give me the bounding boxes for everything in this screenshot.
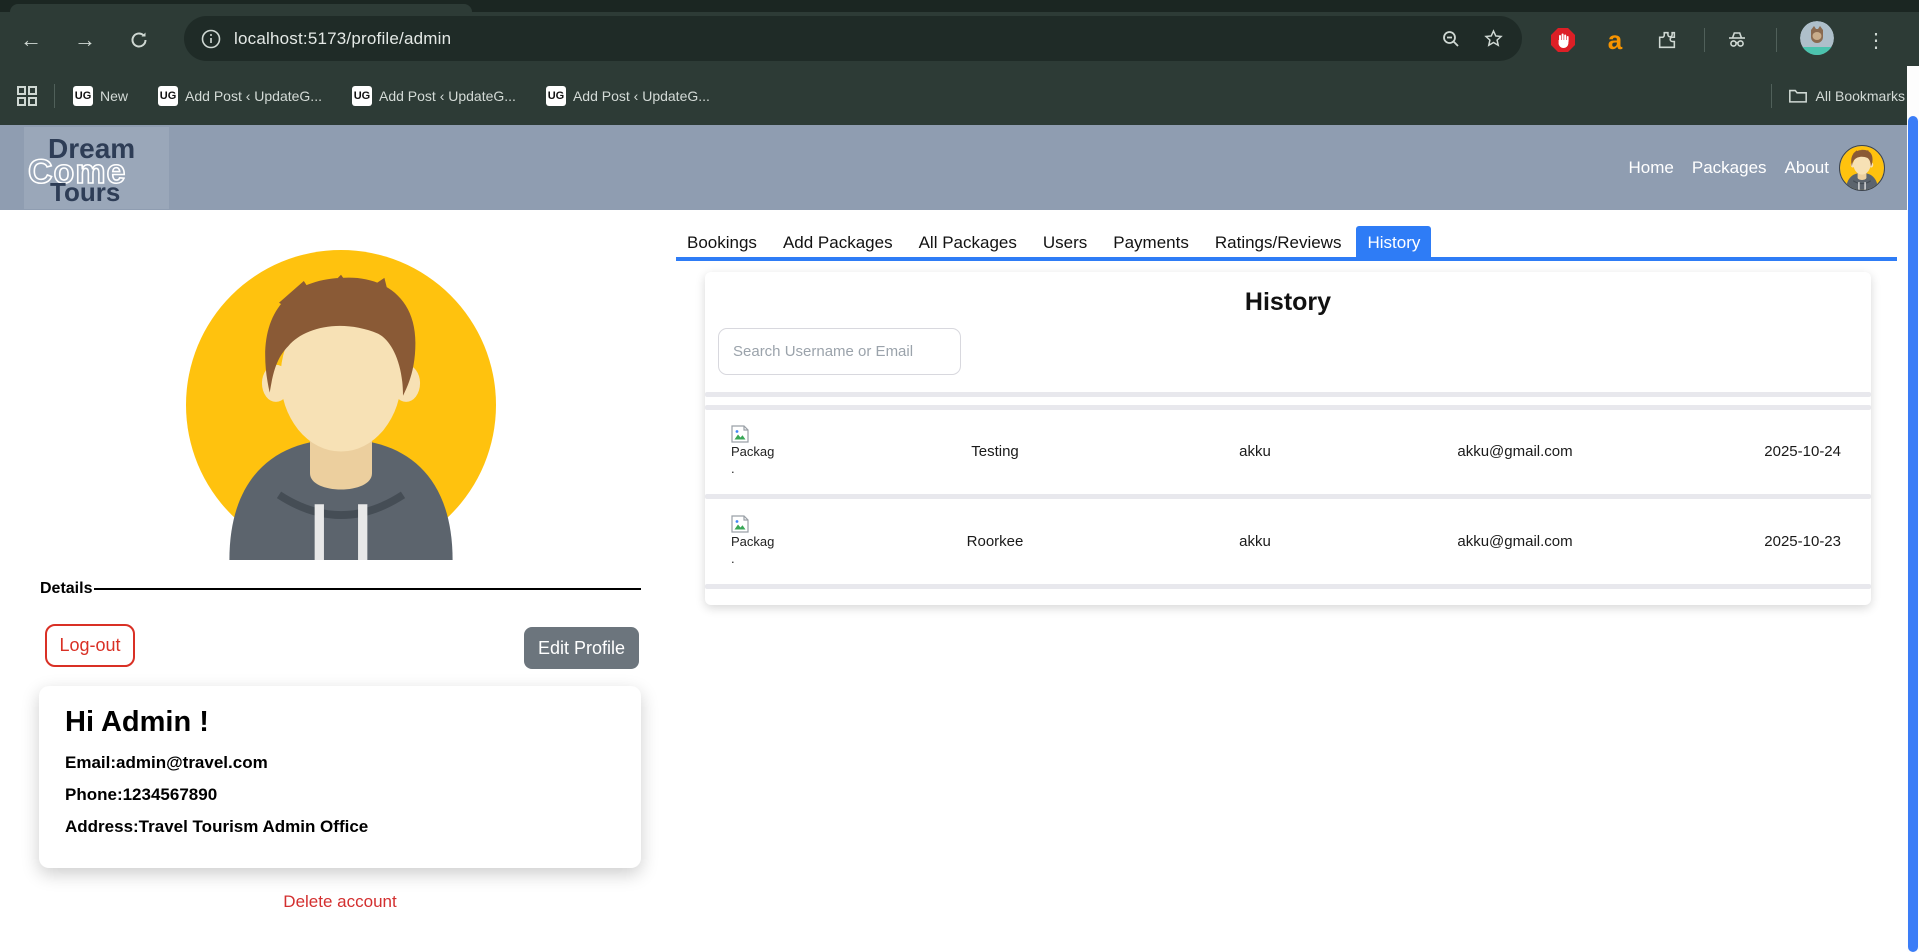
logo-line-3: Tours: [50, 177, 121, 207]
tab-history[interactable]: History: [1356, 226, 1432, 261]
url-text[interactable]: localhost:5173/profile/admin: [234, 29, 1441, 49]
tab-bookings[interactable]: Bookings: [676, 226, 768, 261]
logout-button[interactable]: Log-out: [45, 624, 135, 667]
bookmark-label: New: [100, 87, 129, 104]
image-alt-text: .: [731, 460, 735, 476]
browser-menu-icon[interactable]: ⋮: [1861, 25, 1891, 55]
greeting-text: Hi Admin !: [65, 706, 209, 738]
reload-button[interactable]: [124, 25, 154, 55]
bookmark-label: Add Post ‹ UpdateG...: [185, 87, 322, 104]
history-email: akku@gmail.com: [1457, 532, 1573, 550]
forward-button[interactable]: →: [70, 25, 100, 55]
all-bookmarks-button[interactable]: All Bookmarks: [1788, 86, 1905, 106]
page-scrollbar-thumb[interactable]: [1908, 116, 1918, 952]
ug-favicon: UG: [158, 85, 179, 106]
ug-favicon: UG: [73, 85, 93, 106]
profile-avatar-image: [186, 250, 496, 560]
amazon-extension-icon[interactable]: a: [1600, 25, 1630, 55]
bookmark-item[interactable]: UG Add Post ‹ UpdateG...: [351, 85, 516, 106]
nav-link-home[interactable]: Home: [1629, 158, 1674, 178]
ug-favicon: UG: [545, 85, 566, 106]
screen: ← → localhost:5173/profile/admin a ⋮ UG …: [0, 0, 1919, 952]
history-date: 2025-10-23: [1764, 532, 1841, 550]
edit-profile-button[interactable]: Edit Profile: [524, 627, 639, 669]
bookmark-item[interactable]: UG Add Post ‹ UpdateG...: [158, 85, 322, 106]
extensions-puzzle-icon[interactable]: [1652, 25, 1682, 55]
broken-image-placeholder: Packag .: [731, 515, 855, 567]
apps-grid-icon[interactable]: [16, 85, 38, 107]
tab-ratings-reviews[interactable]: Ratings/Reviews: [1204, 226, 1353, 261]
page-scrollbar-track[interactable]: [1907, 66, 1919, 952]
image-alt-text: Packag: [731, 444, 775, 460]
site-info-icon[interactable]: [200, 28, 222, 50]
tabs-active-underline: [676, 257, 1897, 261]
bookmark-label: Add Post ‹ UpdateG...: [572, 87, 710, 104]
back-button[interactable]: ←: [16, 25, 46, 55]
zoom-search-icon[interactable]: [1441, 29, 1461, 49]
browser-tab-strip: [0, 0, 1919, 12]
bookmark-label: Add Post ‹ UpdateG...: [378, 87, 516, 104]
bookmarks-bar: UG New UG Add Post ‹ UpdateG... UG Add P…: [0, 66, 1919, 125]
admin-info-card: Hi Admin ! Email:admin@travel.com Phone:…: [39, 686, 641, 868]
history-date: 2025-10-24: [1764, 442, 1841, 460]
history-row[interactable]: Packag . Roorkee akku akku@gmail.com 202…: [705, 502, 1871, 580]
history-package: Roorkee: [966, 532, 1024, 550]
table-divider: [705, 405, 1871, 410]
tab-all-packages[interactable]: All Packages: [908, 226, 1028, 261]
history-username: akku: [1239, 532, 1271, 550]
site-header: Dream Come Tours Home Packages About: [0, 125, 1907, 210]
site-logo[interactable]: Dream Come Tours: [24, 127, 169, 209]
tab-add-packages[interactable]: Add Packages: [772, 226, 904, 261]
bookmark-star-icon[interactable]: [1483, 28, 1504, 49]
address-bar[interactable]: localhost:5173/profile/admin: [184, 16, 1522, 61]
table-divider: [705, 392, 1871, 397]
toolbar-divider-2: [1776, 28, 1777, 52]
all-bookmarks-label: All Bookmarks: [1815, 87, 1905, 104]
reload-icon: [129, 30, 149, 50]
table-divider: [705, 494, 1871, 499]
all-bookmarks-divider: [1770, 83, 1772, 108]
bookmarks-divider: [54, 83, 55, 108]
email-text: Email:admin@travel.com: [65, 753, 268, 772]
nav-link-about[interactable]: About: [1785, 158, 1829, 178]
header-user-avatar[interactable]: [1839, 145, 1885, 191]
browser-toolbar: ← → localhost:5173/profile/admin a ⋮: [0, 12, 1919, 66]
ug-favicon: UG: [351, 85, 372, 106]
details-label: Details: [40, 580, 93, 597]
history-row[interactable]: Packag . Testing akku akku@gmail.com 202…: [705, 412, 1871, 490]
image-alt-text: .: [731, 550, 735, 566]
phone-text: Phone:1234567890: [65, 785, 218, 804]
image-alt-text: Packag: [731, 534, 775, 550]
admin-tabs: Bookings Add Packages All Packages Users…: [676, 222, 1897, 261]
private-window-icon[interactable]: [1722, 25, 1752, 55]
broken-image-placeholder: Packag .: [731, 425, 855, 477]
site-nav: Home Packages About: [1629, 125, 1829, 210]
table-divider: [705, 584, 1871, 589]
tab-payments[interactable]: Payments: [1102, 226, 1200, 261]
adblock-extension-icon[interactable]: [1548, 25, 1578, 55]
history-username: akku: [1239, 442, 1271, 460]
browser-profile-avatar[interactable]: [1800, 21, 1834, 55]
bookmark-item[interactable]: UG Add Post ‹ UpdateG...: [545, 85, 710, 106]
bookmark-item[interactable]: UG New: [73, 85, 129, 106]
history-email: akku@gmail.com: [1457, 442, 1573, 460]
folder-icon: [1788, 86, 1808, 106]
history-package: Testing: [971, 442, 1019, 460]
history-panel: History Packag . Testing akku akku: [705, 272, 1871, 605]
active-browser-tab[interactable]: [10, 4, 472, 12]
delete-account-link[interactable]: Delete account: [39, 892, 641, 912]
search-input[interactable]: [718, 328, 961, 375]
toolbar-divider: [1704, 28, 1705, 52]
nav-link-packages[interactable]: Packages: [1692, 158, 1767, 178]
history-title: History: [1244, 288, 1332, 316]
address-text: Address:Travel Tourism Admin Office: [65, 817, 369, 836]
tab-users[interactable]: Users: [1032, 226, 1098, 261]
details-divider: Details: [40, 580, 641, 598]
